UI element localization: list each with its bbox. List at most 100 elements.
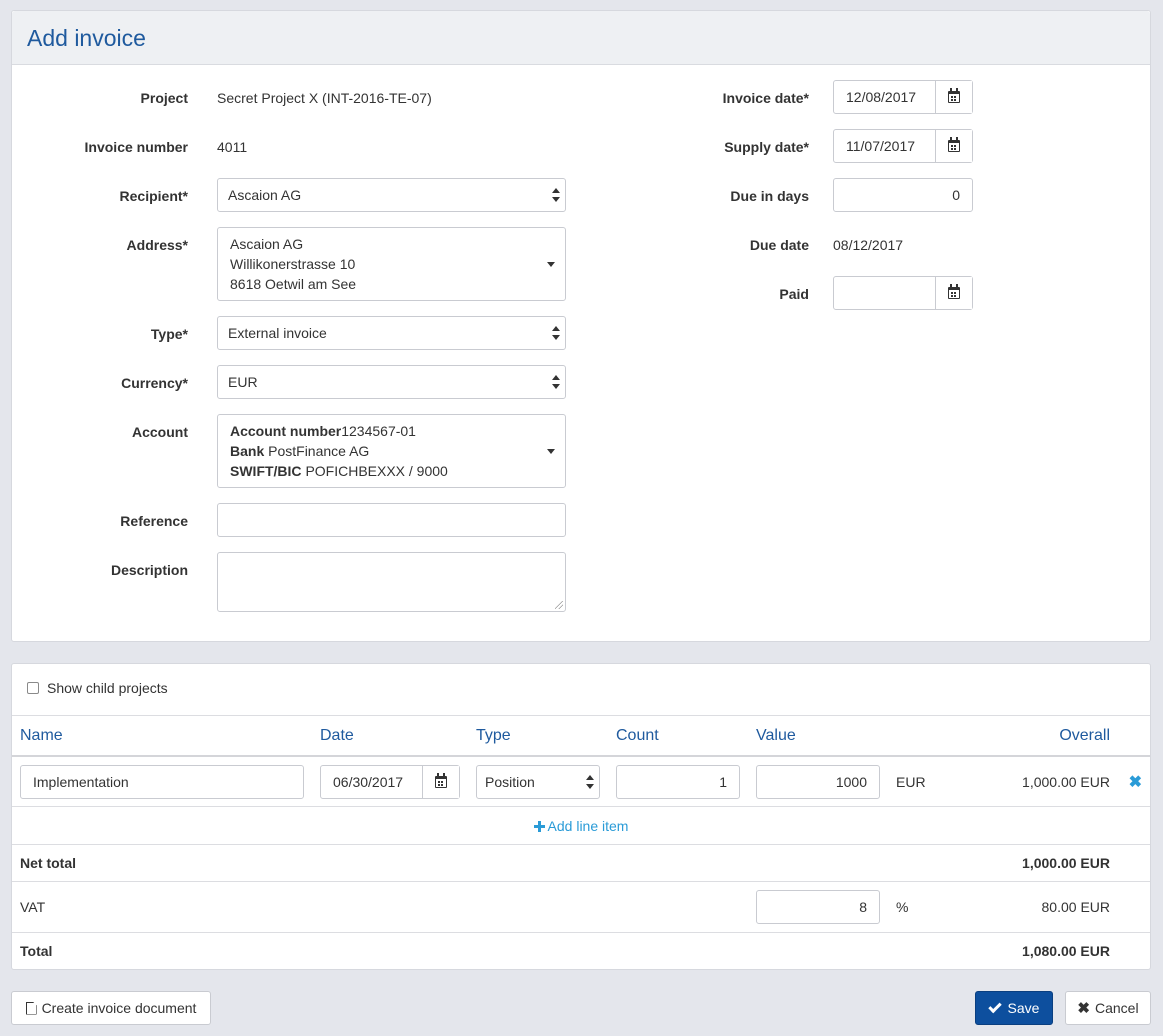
- select-arrows-icon: [552, 188, 560, 202]
- vat-unit: %: [896, 899, 909, 915]
- bank-value: PostFinance AG: [268, 443, 370, 459]
- invoice-form-panel: Add invoice Project Secret Project X (IN…: [11, 10, 1151, 642]
- currency-select-value: EUR: [228, 374, 258, 390]
- header-divider: [12, 755, 1150, 757]
- calendar-icon: [948, 137, 960, 152]
- supply-date-picker: 11/07/2017: [833, 129, 973, 163]
- create-invoice-document-button[interactable]: Create invoice document: [11, 991, 211, 1025]
- invoice-number-label: Invoice number: [84, 139, 188, 155]
- type-label: Type*: [150, 326, 188, 342]
- save-label: Save: [1007, 1000, 1040, 1016]
- file-icon: [25, 1001, 37, 1015]
- cancel-button[interactable]: ✖ Cancel: [1065, 991, 1151, 1025]
- due-date-label: Due date: [749, 237, 809, 253]
- recipient-select[interactable]: Ascaion AG: [217, 178, 566, 212]
- item-date-calendar-button[interactable]: [422, 766, 459, 798]
- add-line-item-label: Add line item: [547, 818, 629, 834]
- type-select[interactable]: External invoice: [217, 316, 566, 350]
- divider: [12, 881, 1150, 882]
- swift-label: SWIFT/BIC: [230, 463, 302, 479]
- create-invoice-document-label: Create invoice document: [41, 1000, 197, 1016]
- panel-heading: Add invoice: [12, 11, 1150, 65]
- currency-label: Currency*: [121, 375, 188, 391]
- invoice-number-value: 4011: [217, 139, 248, 155]
- supply-date-input[interactable]: 11/07/2017: [834, 130, 935, 162]
- item-count-input[interactable]: 1: [616, 765, 740, 799]
- account-select[interactable]: Account number1234567-01 Bank PostFinanc…: [217, 414, 566, 488]
- column-header-name: Name: [20, 727, 63, 744]
- invoice-date-picker: 12/08/2017: [833, 80, 973, 114]
- select-arrows-icon: [552, 375, 560, 389]
- reference-input[interactable]: [217, 503, 566, 537]
- address-line: 8618 Oetwil am See: [230, 276, 357, 292]
- invoice-date-calendar-button[interactable]: [935, 81, 972, 113]
- show-child-projects[interactable]: Show child projects: [27, 680, 168, 696]
- invoice-date-input[interactable]: 12/08/2017: [834, 81, 935, 113]
- column-header-value: Value: [756, 727, 796, 744]
- plus-icon: [533, 821, 545, 832]
- address-select[interactable]: Ascaion AG Willikonerstrasse 10 8618 Oet…: [217, 227, 566, 301]
- paid-date-input[interactable]: [834, 277, 935, 309]
- address-line: Ascaion AG: [230, 236, 304, 252]
- total-value: 1,080.00 EUR: [1022, 943, 1110, 959]
- column-header-overall: Overall: [1059, 727, 1110, 744]
- add-line-item-link[interactable]: Add line item: [533, 818, 629, 834]
- show-child-projects-checkbox[interactable]: [27, 682, 39, 694]
- calendar-icon: [948, 284, 960, 299]
- chevron-down-icon: [547, 449, 555, 454]
- account-number-value: 1234567-01: [341, 423, 416, 439]
- divider: [12, 806, 1150, 807]
- column-header-date: Date: [320, 727, 354, 744]
- reference-label: Reference: [120, 513, 188, 529]
- close-icon: ✖: [1077, 1000, 1090, 1017]
- page-title: Add invoice: [27, 25, 146, 51]
- resize-grip-icon[interactable]: [555, 601, 563, 609]
- recipient-label: Recipient*: [119, 188, 188, 204]
- total-label: Total: [20, 943, 53, 959]
- item-date-input[interactable]: 06/30/2017: [321, 766, 422, 798]
- item-overall: 1,000.00 EUR: [1022, 774, 1110, 790]
- column-header-count: Count: [616, 727, 659, 744]
- account-label: Account: [132, 424, 188, 440]
- line-items-panel: Show child projects Name Date Type Count…: [11, 663, 1151, 970]
- paid-label: Paid: [779, 286, 809, 302]
- divider: [12, 715, 1150, 716]
- calendar-icon: [435, 773, 447, 788]
- vat-rate-input[interactable]: 8: [756, 890, 880, 924]
- cancel-label: Cancel: [1094, 1000, 1139, 1016]
- description-label: Description: [110, 562, 188, 578]
- save-button[interactable]: Save: [975, 991, 1053, 1025]
- address-label: Address*: [126, 237, 188, 253]
- item-value-input[interactable]: 1000: [756, 765, 880, 799]
- bank-label: Bank: [230, 443, 265, 459]
- remove-item-icon[interactable]: ✖: [1129, 772, 1142, 792]
- paid-date-calendar-button[interactable]: [935, 277, 972, 309]
- address-line: Willikonerstrasse 10: [230, 256, 356, 272]
- bank-line: Bank PostFinance AG: [230, 441, 553, 461]
- project-label: Project: [140, 90, 188, 106]
- chevron-down-icon: [547, 262, 555, 267]
- divider: [12, 844, 1150, 845]
- calendar-icon: [948, 88, 960, 103]
- check-icon: [987, 999, 1002, 1013]
- divider: [12, 932, 1150, 933]
- due-in-days-input[interactable]: 0: [833, 178, 973, 212]
- select-arrows-icon: [586, 775, 594, 789]
- supply-date-label: Supply date*: [724, 139, 809, 155]
- account-number-label: Account number: [230, 423, 342, 439]
- currency-select[interactable]: EUR: [217, 365, 566, 399]
- show-child-projects-label: Show child projects: [47, 680, 168, 696]
- paid-date-picker: [833, 276, 973, 310]
- vat-label: VAT: [20, 899, 46, 915]
- net-total-value: 1,000.00 EUR: [1022, 855, 1110, 871]
- recipient-select-value: Ascaion AG: [228, 187, 302, 203]
- invoice-date-label: Invoice date*: [722, 90, 809, 106]
- item-type-select[interactable]: Position: [476, 765, 600, 799]
- description-textarea[interactable]: [217, 552, 566, 612]
- due-in-days-label: Due in days: [730, 188, 809, 204]
- item-name-input[interactable]: Implementation: [20, 765, 304, 799]
- supply-date-calendar-button[interactable]: [935, 130, 972, 162]
- add-line-item-row: Add line item: [12, 818, 1150, 834]
- swift-value: POFICHBEXXX / 9000: [305, 463, 448, 479]
- type-select-value: External invoice: [228, 325, 327, 341]
